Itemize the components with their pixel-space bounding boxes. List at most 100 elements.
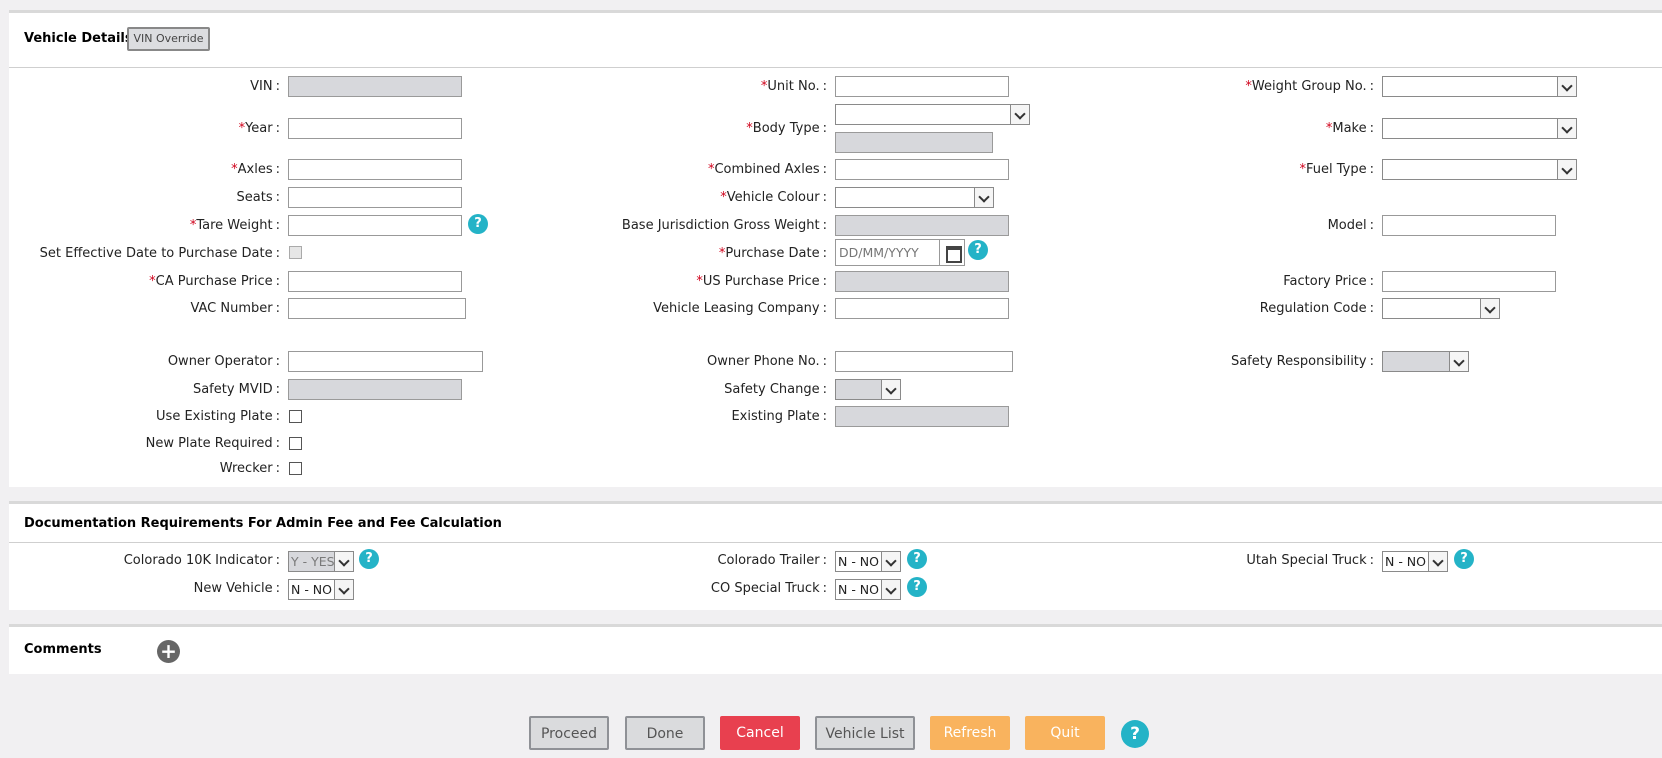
chevron-down-icon: [974, 188, 993, 207]
comments-title: Comments: [24, 642, 102, 657]
year-label: *Year:: [238, 121, 280, 136]
cancel-button[interactable]: Cancel: [720, 716, 800, 750]
divider: [9, 542, 1662, 543]
documentation-title: Documentation Requirements For Admin Fee…: [24, 516, 502, 531]
vac-number-label: VAC Number:: [190, 301, 280, 316]
owner-operator-label: Owner Operator:: [167, 354, 280, 369]
safety-change-select[interactable]: [835, 379, 901, 400]
co-special-truck-help-icon[interactable]: ?: [907, 577, 927, 597]
safety-responsibility-select[interactable]: [1382, 351, 1469, 372]
colorado-10k-select[interactable]: Y - YES: [288, 551, 354, 572]
seats-label: Seats:: [236, 190, 280, 205]
factory-price-input[interactable]: [1382, 271, 1556, 292]
new-vehicle-label: New Vehicle:: [193, 581, 280, 596]
axles-label: *Axles:: [231, 162, 280, 177]
vehicle-leasing-company-label: Vehicle Leasing Company:: [653, 301, 827, 316]
weight-group-no-label: *Weight Group No.:: [1245, 79, 1374, 94]
refresh-button[interactable]: Refresh: [930, 716, 1010, 750]
co-special-truck-label: CO Special Truck:: [710, 581, 827, 596]
chevron-down-icon: [881, 580, 900, 599]
unit-no-input[interactable]: [835, 76, 1009, 97]
fuel-type-label: *Fuel Type:: [1299, 162, 1375, 177]
co-special-truck-select[interactable]: N - NO: [835, 579, 901, 600]
owner-phone-no-input[interactable]: [835, 351, 1013, 372]
new-vehicle-select[interactable]: N - NO: [288, 579, 354, 600]
safety-change-label: Safety Change:: [724, 382, 827, 397]
wrecker-label: Wrecker:: [219, 461, 280, 476]
make-select[interactable]: [1382, 118, 1577, 139]
model-input[interactable]: [1382, 215, 1556, 236]
wrecker-checkbox[interactable]: [289, 462, 302, 475]
us-purchase-price-label: *US Purchase Price:: [696, 274, 827, 289]
chevron-down-icon: [334, 552, 353, 571]
chevron-down-icon: [1010, 105, 1029, 124]
existing-plate-input[interactable]: [835, 406, 1009, 427]
purchase-date-field[interactable]: [835, 239, 965, 266]
vac-number-input[interactable]: [288, 298, 466, 319]
purchase-date-label: *Purchase Date:: [718, 246, 827, 261]
vin-input[interactable]: [288, 76, 462, 97]
purchase-date-help-icon[interactable]: ?: [968, 240, 988, 260]
year-input[interactable]: [288, 118, 462, 139]
body-type-detail-input[interactable]: [835, 132, 993, 153]
weight-group-no-select[interactable]: [1382, 76, 1577, 97]
tare-weight-input[interactable]: [288, 215, 462, 236]
chevron-down-icon: [1557, 77, 1576, 96]
utah-special-truck-help-icon[interactable]: ?: [1454, 549, 1474, 569]
chevron-down-icon: [1449, 352, 1468, 371]
tare-weight-help-icon[interactable]: ?: [468, 214, 488, 234]
owner-phone-no-label: Owner Phone No.:: [707, 354, 827, 369]
new-plate-required-label: New Plate Required:: [145, 436, 280, 451]
owner-operator-input[interactable]: [288, 351, 483, 372]
chevron-down-icon: [1557, 160, 1576, 179]
tare-weight-label: *Tare Weight:: [189, 218, 280, 233]
done-button[interactable]: Done: [625, 716, 705, 750]
calendar-icon[interactable]: [939, 240, 964, 265]
model-label: Model:: [1327, 218, 1374, 233]
divider: [9, 67, 1662, 68]
proceed-button[interactable]: Proceed: [529, 716, 609, 750]
chevron-down-icon: [1428, 552, 1447, 571]
fuel-type-select[interactable]: [1382, 159, 1577, 180]
comments-panel: Comments +: [9, 624, 1662, 674]
regulation-code-select[interactable]: [1382, 298, 1500, 319]
body-type-select[interactable]: [835, 104, 1030, 125]
chevron-down-icon: [881, 552, 900, 571]
chevron-down-icon: [881, 380, 900, 399]
ca-purchase-price-label: *CA Purchase Price:: [149, 274, 280, 289]
use-existing-plate-label: Use Existing Plate:: [156, 409, 280, 424]
vehicle-list-button[interactable]: Vehicle List: [815, 716, 915, 750]
combined-axles-input[interactable]: [835, 159, 1009, 180]
vin-label: VIN:: [250, 79, 280, 94]
existing-plate-label: Existing Plate:: [731, 409, 827, 424]
page-help-icon[interactable]: ?: [1121, 720, 1149, 748]
chevron-down-icon: [1557, 119, 1576, 138]
base-jurisdiction-gross-weight-input[interactable]: [835, 215, 1009, 236]
base-jurisdiction-gross-weight-label: Base Jurisdiction Gross Weight:: [621, 218, 827, 233]
make-label: *Make:: [1325, 121, 1374, 136]
quit-button[interactable]: Quit: [1025, 716, 1105, 750]
body-type-label: *Body Type:: [746, 121, 827, 136]
vehicle-details-title: Vehicle Details: [24, 31, 133, 46]
colorado-trailer-help-icon[interactable]: ?: [907, 549, 927, 569]
axles-input[interactable]: [288, 159, 462, 180]
vin-override-button[interactable]: VIN Override: [127, 27, 210, 51]
purchase-date-input[interactable]: [836, 240, 938, 265]
utah-special-truck-select[interactable]: N - NO: [1382, 551, 1448, 572]
chevron-down-icon: [334, 580, 353, 599]
use-existing-plate-checkbox[interactable]: [289, 410, 302, 423]
set-effective-date-label: Set Effective Date to Purchase Date:: [39, 246, 280, 261]
ca-purchase-price-input[interactable]: [288, 271, 462, 292]
combined-axles-label: *Combined Axles:: [707, 162, 827, 177]
safety-mvid-input[interactable]: [288, 379, 462, 400]
vehicle-colour-select[interactable]: [835, 187, 994, 208]
new-plate-required-checkbox[interactable]: [289, 437, 302, 450]
colorado-10k-help-icon[interactable]: ?: [359, 549, 379, 569]
seats-input[interactable]: [288, 187, 462, 208]
colorado-trailer-select[interactable]: N - NO: [835, 551, 901, 572]
vehicle-leasing-company-input[interactable]: [835, 298, 1009, 319]
set-effective-date-checkbox[interactable]: [289, 246, 302, 259]
add-comment-icon[interactable]: +: [157, 640, 180, 663]
factory-price-label: Factory Price:: [1283, 274, 1374, 289]
us-purchase-price-input[interactable]: [835, 271, 1009, 292]
